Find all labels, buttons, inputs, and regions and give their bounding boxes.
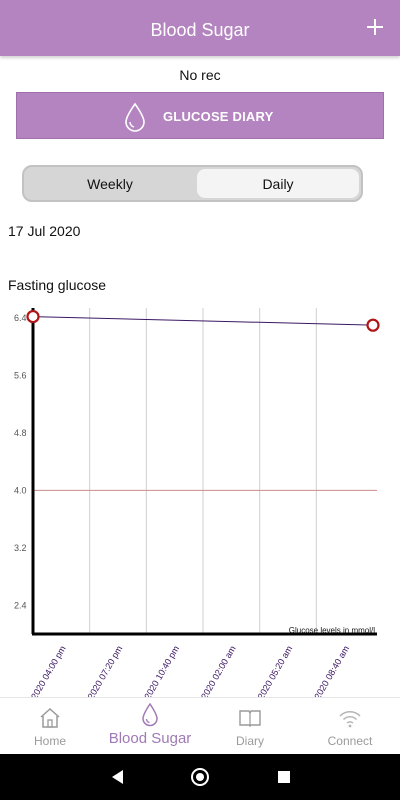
bottom-nav: Home Blood Sugar Diary Connect xyxy=(0,697,400,754)
toggle-weekly[interactable]: Weekly xyxy=(26,169,194,198)
water-drop-icon xyxy=(125,102,145,132)
y-tick-label: 3.2 xyxy=(14,543,27,553)
app-bar: Blood Sugar xyxy=(0,0,400,56)
home-icon xyxy=(40,707,60,728)
x-tick-label: Jul 2020 04:00 pm xyxy=(22,644,68,700)
glucose-diary-label: GLUCOSE DIARY xyxy=(163,109,274,124)
y-tick-label: 2.4 xyxy=(14,600,27,610)
data-point xyxy=(26,309,40,324)
page-title: Blood Sugar xyxy=(150,20,250,40)
nav-item-home[interactable]: Home xyxy=(0,698,100,755)
x-tick-label: Jul 2020 05:20 am xyxy=(249,644,295,700)
date-label: 17 Jul 2020 xyxy=(8,223,81,239)
nav-item-connect[interactable]: Connect xyxy=(300,698,400,755)
y-tick-label: 4.0 xyxy=(14,485,27,495)
system-nav-bar xyxy=(0,754,400,800)
back-icon[interactable] xyxy=(112,770,123,784)
x-tick-label: Jul 2020 10:40 pm xyxy=(135,644,181,700)
nav-label-blood-sugar: Blood Sugar xyxy=(108,730,192,747)
water-drop-icon xyxy=(142,703,158,727)
nav-label-diary: Diary xyxy=(235,734,264,748)
nav-label-connect: Connect xyxy=(327,734,373,748)
plus-icon[interactable] xyxy=(364,16,386,38)
status-text: No rec xyxy=(179,67,221,83)
data-point xyxy=(366,318,380,332)
book-icon xyxy=(239,710,261,727)
nav-label-home: Home xyxy=(33,734,66,748)
y-tick-label: 6.4 xyxy=(14,313,27,323)
home-circle-icon[interactable] xyxy=(191,768,209,786)
units-annotation: Glucose levels in mmol/l xyxy=(289,626,375,635)
nav-item-diary[interactable]: Diary xyxy=(200,698,300,755)
y-tick-label: 4.8 xyxy=(14,428,27,438)
nav-item-blood-sugar[interactable]: Blood Sugar xyxy=(100,698,200,755)
period-toggle: Weekly Daily xyxy=(22,165,363,202)
recent-apps-icon[interactable] xyxy=(278,771,290,783)
glucose-chart: 6.45.64.84.03.22.4Jul 2020 04:00 pm Jul 2… xyxy=(14,308,380,700)
toggle-daily[interactable]: Daily xyxy=(197,169,359,198)
x-tick-label: Jul 2020 08:40 am xyxy=(305,644,351,700)
y-tick-label: 5.6 xyxy=(14,370,27,380)
glucose-diary-button[interactable]: GLUCOSE DIARY xyxy=(16,92,384,139)
x-tick-label: Jul 2020 02:00 am xyxy=(192,644,238,700)
wifi-icon xyxy=(339,711,361,728)
x-tick-label: Jul 2020 07:20 pm xyxy=(79,644,125,700)
